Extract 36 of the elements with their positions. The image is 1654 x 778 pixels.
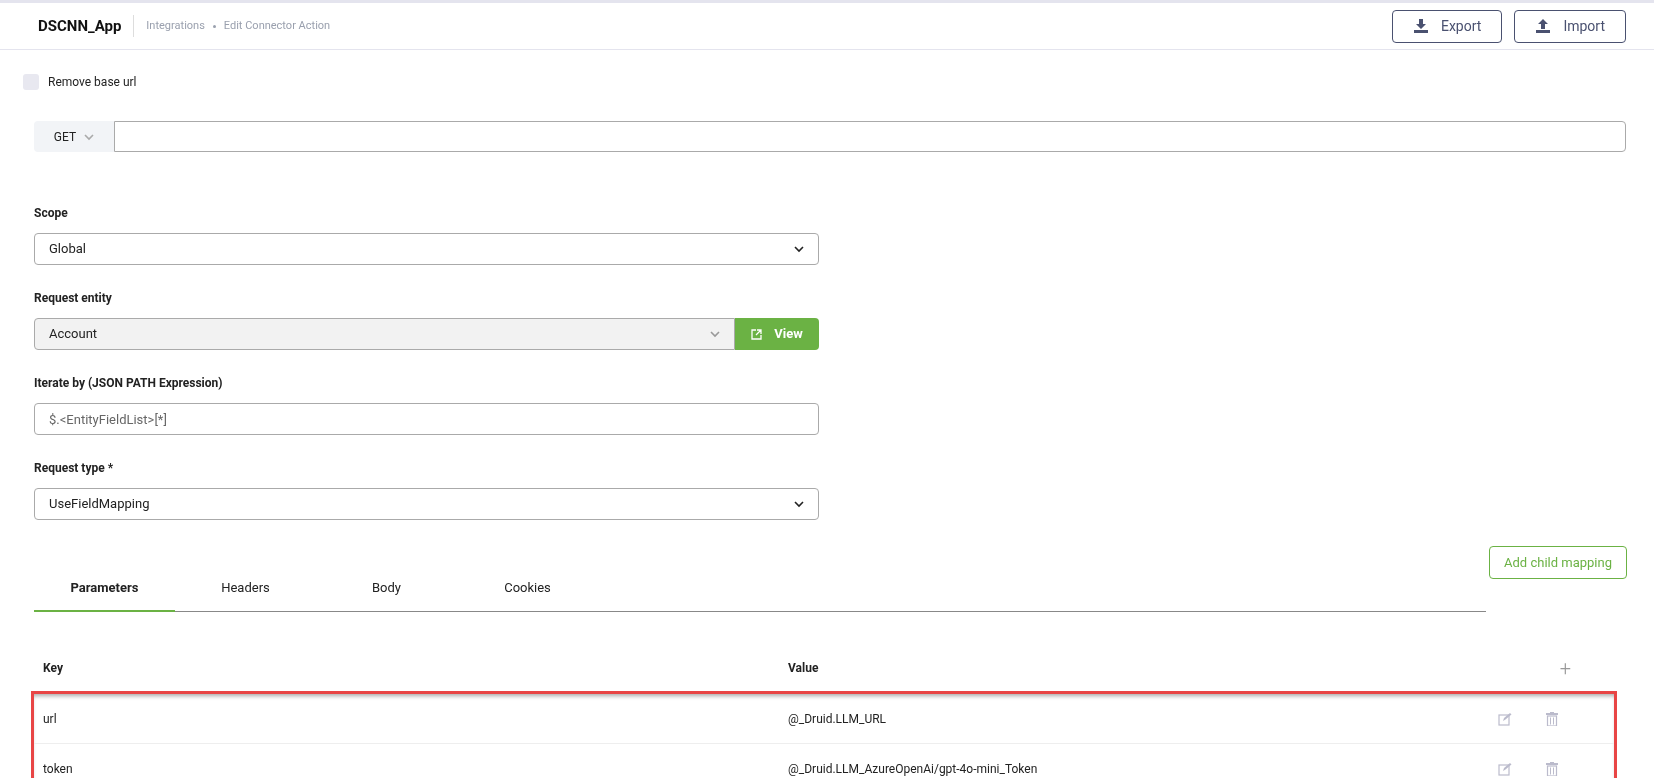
app-title: DSCNN_App bbox=[38, 15, 122, 37]
caret-icon bbox=[84, 131, 95, 142]
external-link-icon bbox=[751, 328, 763, 340]
column-header: Value bbox=[788, 660, 820, 677]
trash-icon[interactable] bbox=[1546, 711, 1558, 726]
column-header: Key bbox=[43, 660, 64, 677]
method-dropdown[interactable]: GET bbox=[34, 121, 114, 152]
download-icon bbox=[1412, 18, 1429, 34]
upload-icon bbox=[1535, 18, 1552, 34]
select-dropdown[interactable]: Global bbox=[34, 233, 819, 265]
select-dropdown[interactable]: Account bbox=[34, 318, 735, 350]
table-cell-text: token bbox=[43, 761, 74, 778]
select-dropdown[interactable]: UseFieldMapping bbox=[34, 488, 819, 520]
tab[interactable]: Body bbox=[316, 565, 457, 612]
export-button[interactable]: Export bbox=[1391, 9, 1503, 43]
tab[interactable]: Headers bbox=[175, 565, 316, 612]
caret-icon bbox=[794, 499, 804, 509]
edit-icon[interactable] bbox=[1498, 711, 1512, 726]
url-field[interactable] bbox=[114, 121, 1626, 152]
edit-icon[interactable] bbox=[1498, 762, 1512, 776]
trash-icon[interactable] bbox=[1546, 762, 1558, 776]
table-cell-text: @_Druid.LLM_URL bbox=[788, 710, 888, 728]
input-field[interactable]: $.<EntityFieldList>[*] bbox=[34, 403, 819, 435]
table-cell-text: @_Druid.LLM_AzureOpenAi/gpt-4o-mini_Token bbox=[788, 761, 1039, 778]
tab[interactable]: Cookies bbox=[457, 565, 598, 612]
tab[interactable]: Parameters bbox=[34, 565, 175, 612]
caret-icon bbox=[794, 244, 804, 254]
import-button[interactable]: Import bbox=[1514, 9, 1626, 43]
field-label: Request type * bbox=[34, 460, 115, 477]
table-cell-text: url bbox=[43, 710, 58, 728]
field-label: Scope bbox=[34, 205, 69, 222]
field-label: Request entity bbox=[34, 290, 113, 307]
caret-icon bbox=[710, 329, 720, 339]
checkbox-label: Remove base url bbox=[48, 74, 137, 91]
field-label: Iterate by (JSON PATH Expression) bbox=[34, 375, 224, 392]
breadcrumb-separator bbox=[212, 24, 216, 28]
